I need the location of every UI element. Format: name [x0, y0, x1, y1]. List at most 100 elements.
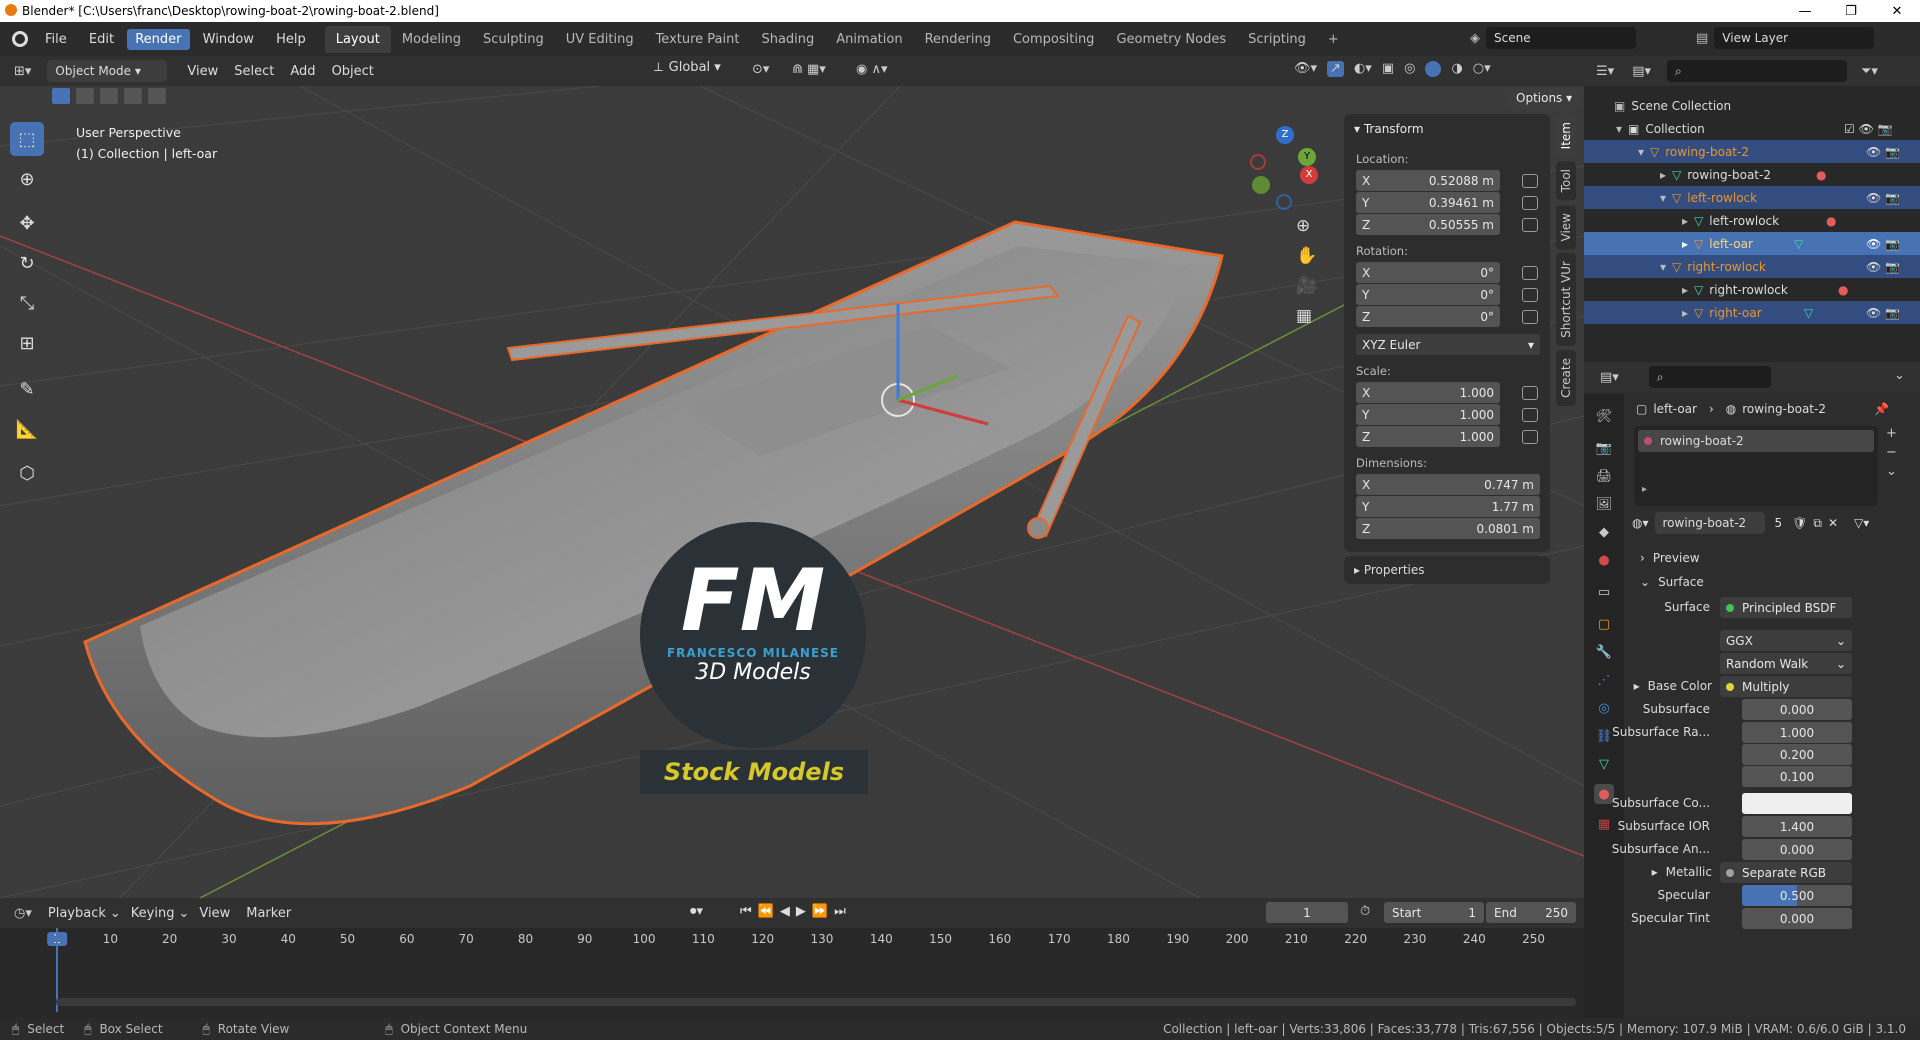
- rotation-z-field[interactable]: Z 0°: [1356, 306, 1500, 327]
- chevron-down-icon[interactable]: ⌄: [1894, 368, 1905, 383]
- tab-layout[interactable]: Layout: [324, 25, 391, 53]
- view-layer-field[interactable]: View Layer: [1714, 27, 1875, 49]
- material-browse-icon[interactable]: ◍▾: [1632, 516, 1649, 530]
- lock-icon[interactable]: [1522, 266, 1538, 280]
- fake-user-icon[interactable]: 🛡: [1792, 516, 1807, 530]
- move-tool[interactable]: ✥: [10, 206, 44, 240]
- menu-edit[interactable]: Edit: [80, 32, 123, 47]
- tab-animation[interactable]: Animation: [825, 26, 913, 53]
- gizmo-toggle-icon[interactable]: ↗: [1327, 61, 1344, 77]
- pin-icon[interactable]: 📌: [1874, 402, 1889, 416]
- tab-geometry-nodes[interactable]: Geometry Nodes: [1105, 26, 1237, 53]
- lock-icon[interactable]: [1522, 196, 1538, 210]
- outliner-row-collection[interactable]: ▾ ▣ Collection ☑ 👁 📷: [1584, 117, 1920, 140]
- tab-sculpting[interactable]: Sculpting: [472, 26, 555, 53]
- remove-slot-button[interactable]: −: [1886, 445, 1897, 460]
- pan-hand-icon[interactable]: ✋: [1296, 246, 1317, 266]
- lock-icon[interactable]: [1522, 386, 1538, 400]
- menu-help[interactable]: Help: [267, 32, 315, 47]
- tab-shading[interactable]: Shading: [750, 26, 825, 53]
- record-icon[interactable]: ⏺▾: [690, 904, 703, 919]
- menu-keying[interactable]: Keying: [131, 906, 175, 921]
- close-button[interactable]: ✕: [1874, 0, 1920, 22]
- gizmo-neg-x[interactable]: [1250, 154, 1266, 170]
- tab-tool[interactable]: Tool: [1556, 161, 1576, 201]
- outliner-editor-icon[interactable]: ☰▾: [1596, 64, 1614, 79]
- menu-object[interactable]: Object: [324, 64, 382, 79]
- menu-timeline-view[interactable]: View: [199, 906, 230, 921]
- zoom-icon[interactable]: ⊕: [1296, 216, 1317, 236]
- menu-render[interactable]: Render: [127, 28, 190, 50]
- playback-controls[interactable]: ⏮⏪◀▶⏩⏭: [740, 904, 852, 919]
- material-name-field[interactable]: rowing-boat-2: [1654, 512, 1765, 534]
- tab-modeling[interactable]: Modeling: [391, 26, 472, 53]
- material-shading-icon[interactable]: ◑: [1451, 61, 1462, 77]
- distribution-dropdown[interactable]: GGX ⌄: [1720, 630, 1852, 651]
- proportional-edit-icon[interactable]: ◉ ∧▾: [856, 62, 888, 77]
- expand-icon[interactable]: ▸: [1642, 484, 1647, 495]
- maximize-button[interactable]: ❐: [1828, 0, 1874, 22]
- current-frame-field[interactable]: 1: [1266, 902, 1348, 923]
- overlay-icon[interactable]: ◐▾: [1354, 61, 1372, 77]
- subsurface-method-dropdown[interactable]: Random Walk ⌄: [1720, 653, 1852, 674]
- tab-uv-editing[interactable]: UV Editing: [555, 26, 645, 53]
- measure-tool[interactable]: 📐: [10, 412, 44, 446]
- tab-compositing[interactable]: Compositing: [1002, 26, 1106, 53]
- rotate-tool[interactable]: ↻: [10, 246, 44, 280]
- start-frame-field[interactable]: Start 1: [1384, 902, 1484, 923]
- world-tab-icon[interactable]: ●: [1594, 550, 1614, 570]
- stopwatch-icon[interactable]: ⏱: [1360, 904, 1370, 919]
- select-intersect-icon[interactable]: [148, 88, 166, 104]
- subsurface-ior-field[interactable]: 1.400: [1742, 816, 1852, 837]
- visibility-icon[interactable]: 👁 📷: [1866, 260, 1900, 274]
- transform-header[interactable]: ▾ Transform: [1344, 114, 1550, 144]
- menu-select[interactable]: Select: [226, 64, 282, 79]
- camera-icon[interactable]: 🎥: [1296, 276, 1317, 296]
- snap-icon[interactable]: ⋒ ▦▾: [792, 62, 826, 77]
- link-type-icon[interactable]: ▽▾: [1854, 516, 1869, 530]
- blender-menu-icon[interactable]: [12, 31, 28, 47]
- menu-window[interactable]: Window: [194, 32, 263, 47]
- annotate-tool[interactable]: ✎: [10, 372, 44, 406]
- filter-icon[interactable]: ⏷▾: [1861, 64, 1878, 79]
- view-layer-tab-icon[interactable]: 🖼: [1594, 494, 1614, 514]
- mode-dropdown[interactable]: Object Mode ▾: [47, 60, 168, 82]
- base-color-field[interactable]: Multiply: [1720, 676, 1852, 697]
- expand-icon[interactable]: ▾: [1660, 191, 1666, 205]
- select-new-icon[interactable]: [52, 88, 70, 104]
- location-z-field[interactable]: Z 0.50555 m: [1356, 214, 1500, 235]
- cursor-tool[interactable]: ⊕: [10, 162, 44, 196]
- preview-panel-header[interactable]: › Preview: [1640, 546, 1910, 570]
- specular-tint-field[interactable]: 0.000: [1742, 908, 1852, 929]
- editor-type-icon[interactable]: ⊞▾: [14, 64, 31, 79]
- scene-field[interactable]: Scene: [1486, 27, 1636, 49]
- options-button[interactable]: Options ▾: [1508, 88, 1581, 108]
- frame-ruler[interactable]: 1102030405060708090100110120130140150160…: [0, 932, 1584, 952]
- transform-tool[interactable]: ⊞: [10, 326, 44, 360]
- menu-playback[interactable]: Playback: [48, 906, 106, 921]
- subsurface-radius-y-field[interactable]: 0.200: [1742, 744, 1852, 765]
- add-cube-tool[interactable]: ⬡: [10, 456, 44, 490]
- end-frame-field[interactable]: End 250: [1486, 902, 1576, 923]
- duplicate-icon[interactable]: ⧉: [1813, 516, 1822, 531]
- add-workspace-button[interactable]: +: [1317, 26, 1350, 53]
- tab-rendering[interactable]: Rendering: [914, 26, 1002, 53]
- gizmo-neg-z[interactable]: [1276, 194, 1292, 210]
- object-tab-icon[interactable]: ▢: [1594, 614, 1614, 634]
- scale-y-field[interactable]: Y 1.000: [1356, 404, 1500, 425]
- properties-subpanel[interactable]: ▸ Properties: [1344, 556, 1550, 584]
- tab-shortcut-vur[interactable]: Shortcut VUr: [1556, 253, 1576, 346]
- outliner-row-rowing-boat[interactable]: ▾ ▽ rowing-boat-2 👁 📷: [1584, 140, 1920, 163]
- wireframe-shading-icon[interactable]: ◎: [1404, 61, 1415, 77]
- lock-icon[interactable]: [1522, 218, 1538, 232]
- outliner-row-right-rowlock[interactable]: ▾ ▽ right-rowlock 👁 📷: [1584, 255, 1920, 278]
- dimensions-x-field[interactable]: X 0.747 m: [1356, 474, 1540, 495]
- gizmo-y-button[interactable]: Y: [1298, 148, 1316, 166]
- expand-icon[interactable]: ▾: [1660, 260, 1666, 274]
- location-x-field[interactable]: X 0.52088 m: [1356, 170, 1500, 191]
- unlink-icon[interactable]: ✕: [1828, 516, 1838, 530]
- scale-z-field[interactable]: Z 1.000: [1356, 426, 1500, 447]
- checkbox-icon[interactable]: ☑ 👁 📷: [1844, 122, 1893, 136]
- expand-icon[interactable]: ▸: [1682, 306, 1688, 320]
- select-subtract-icon[interactable]: [100, 88, 118, 104]
